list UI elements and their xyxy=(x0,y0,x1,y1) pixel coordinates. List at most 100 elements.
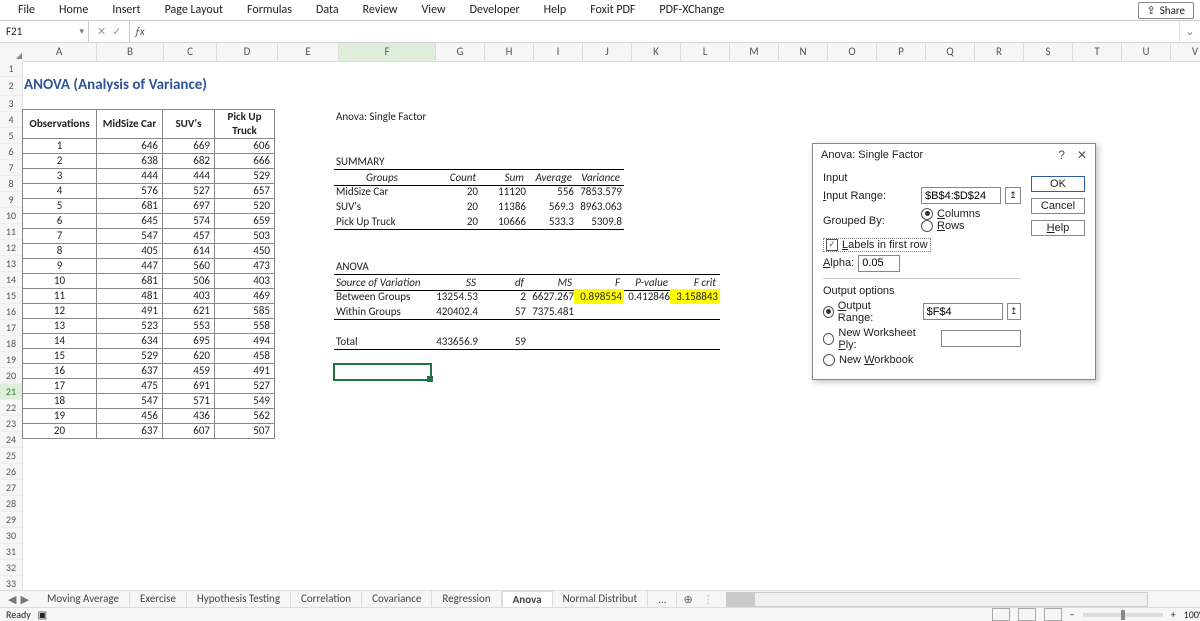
new-worksheet-field[interactable] xyxy=(941,330,1021,347)
cell[interactable]: 20 xyxy=(430,199,480,214)
cell[interactable]: Within Groups xyxy=(334,304,432,319)
column-headers[interactable]: ABCDEFGHIJKLMNOPQRSTUV xyxy=(22,43,1200,62)
row-header[interactable]: 2 xyxy=(0,77,22,96)
zoom-slider[interactable] xyxy=(1083,613,1163,617)
sheet-tab[interactable]: Exercise xyxy=(130,591,187,608)
share-button[interactable]: ⇪ Share xyxy=(1138,2,1194,19)
column-header[interactable]: C xyxy=(164,43,217,61)
expand-formula-bar-icon[interactable]: ⌄ xyxy=(1179,21,1200,42)
zoom-in-button[interactable]: + xyxy=(1171,608,1176,621)
cell[interactable]: 20 xyxy=(430,214,480,229)
cell[interactable]: SUMMARY xyxy=(334,154,432,169)
sheet-tab[interactable]: Normal Distribut xyxy=(553,591,649,608)
cell[interactable]: 11386 xyxy=(478,199,528,214)
row-header[interactable]: 19 xyxy=(0,352,22,368)
observations-table[interactable]: ObservationsMidSize CarSUV'sPick Up Truc… xyxy=(22,109,275,439)
column-header[interactable]: D xyxy=(217,43,278,61)
column-header[interactable]: M xyxy=(730,43,779,61)
row-header[interactable]: 29 xyxy=(0,512,22,528)
cell[interactable]: 0.412846 xyxy=(622,289,672,304)
cell[interactable]: Total xyxy=(334,334,432,349)
ribbon-tab-page-layout[interactable]: Page Layout xyxy=(153,0,235,20)
column-header[interactable]: K xyxy=(632,43,681,61)
sheet-tab[interactable]: Hypothesis Testing xyxy=(187,591,291,608)
row-header[interactable]: 17 xyxy=(0,320,22,336)
dialog-titlebar[interactable]: Anova: Single Factor ? ✕ xyxy=(813,144,1095,166)
cell[interactable]: 8963.063 xyxy=(574,199,624,214)
cell[interactable]: 59 xyxy=(478,334,528,349)
column-header[interactable]: F xyxy=(339,43,436,61)
row-header[interactable]: 3 xyxy=(0,96,22,112)
cell[interactable]: 20 xyxy=(430,184,480,199)
cell[interactable]: ANOVA xyxy=(334,259,432,274)
macro-record-icon[interactable]: ▣ xyxy=(38,608,47,621)
row-header[interactable]: 5 xyxy=(0,128,22,144)
ribbon-tab-pdf-xchange[interactable]: PDF-XChange xyxy=(647,0,736,20)
row-header[interactable]: 22 xyxy=(0,400,22,416)
range-picker-icon[interactable]: ↥ xyxy=(1005,187,1021,204)
row-header[interactable]: 15 xyxy=(0,288,22,304)
new-workbook-radio[interactable]: New Workbook xyxy=(823,354,913,366)
sheet-tab-more[interactable]: ... xyxy=(648,592,677,608)
column-header[interactable]: E xyxy=(278,43,339,61)
column-header[interactable]: Q xyxy=(926,43,975,61)
ribbon-tab-formulas[interactable]: Formulas xyxy=(235,0,304,20)
row-header[interactable]: 27 xyxy=(0,480,22,496)
grouped-rows-radio[interactable]: Rows xyxy=(921,220,965,232)
column-header[interactable]: L xyxy=(681,43,730,61)
cell[interactable]: 10666 xyxy=(478,214,528,229)
worksheet-grid[interactable]: ◢ ABCDEFGHIJKLMNOPQRSTUV 123456789101112… xyxy=(0,43,1200,596)
view-page-break-button[interactable] xyxy=(1044,608,1062,621)
row-header[interactable]: 7 xyxy=(0,160,22,176)
column-header[interactable]: H xyxy=(485,43,534,61)
cell[interactable]: 11120 xyxy=(478,184,528,199)
column-header[interactable]: I xyxy=(534,43,583,61)
row-header[interactable]: 10 xyxy=(0,208,22,224)
labels-first-row-checkbox[interactable]: Labels in first row xyxy=(823,238,931,252)
column-header[interactable]: O xyxy=(828,43,877,61)
column-header[interactable]: N xyxy=(779,43,828,61)
cell[interactable]: ANOVA (Analysis of Variance) xyxy=(22,76,336,94)
column-header[interactable]: V xyxy=(1171,43,1200,61)
output-range-radio[interactable]: Output Range: xyxy=(823,300,901,324)
row-header[interactable]: 32 xyxy=(0,560,22,576)
help-button[interactable]: Help xyxy=(1031,220,1085,236)
close-icon[interactable]: ✕ xyxy=(1077,148,1087,162)
cell[interactable]: 2 xyxy=(478,289,528,304)
cell[interactable]: 0.898554 xyxy=(574,289,624,304)
cell[interactable]: 7375.481 xyxy=(526,304,576,319)
alpha-field[interactable] xyxy=(858,255,900,272)
row-header[interactable]: 18 xyxy=(0,336,22,352)
row-header[interactable]: 9 xyxy=(0,192,22,208)
new-sheet-button[interactable]: ⊕ xyxy=(677,593,698,606)
formula-input[interactable] xyxy=(149,21,1179,42)
ribbon-tab-insert[interactable]: Insert xyxy=(100,0,152,20)
cell[interactable]: MidSize Car xyxy=(334,184,432,199)
ribbon-tab-foxit-pdf[interactable]: Foxit PDF xyxy=(578,0,647,20)
output-range-field[interactable] xyxy=(923,303,1003,320)
column-header[interactable]: U xyxy=(1122,43,1171,61)
help-icon[interactable]: ? xyxy=(1058,148,1065,162)
ribbon-tab-home[interactable]: Home xyxy=(47,0,100,20)
row-header[interactable]: 13 xyxy=(0,256,22,272)
view-page-layout-button[interactable] xyxy=(1018,608,1036,621)
row-header[interactable]: 25 xyxy=(0,448,22,464)
column-header[interactable]: B xyxy=(97,43,164,61)
cell[interactable]: 57 xyxy=(478,304,528,319)
cell[interactable]: Between Groups xyxy=(334,289,432,304)
column-header[interactable]: J xyxy=(583,43,632,61)
cell[interactable]: 556 xyxy=(526,184,576,199)
cell[interactable]: 3.158843 xyxy=(670,289,720,304)
row-header[interactable]: 4 xyxy=(0,112,22,128)
row-header[interactable]: 24 xyxy=(0,432,22,448)
row-header[interactable]: 8 xyxy=(0,176,22,192)
cell[interactable]: 7853.579 xyxy=(574,184,624,199)
row-header[interactable]: 20 xyxy=(0,368,22,384)
row-header[interactable]: 30 xyxy=(0,528,22,544)
row-header[interactable]: 12 xyxy=(0,240,22,256)
fx-icon[interactable]: ƒx xyxy=(130,21,148,42)
row-header[interactable]: 16 xyxy=(0,304,22,320)
input-range-field[interactable] xyxy=(921,187,1001,204)
column-header[interactable]: T xyxy=(1073,43,1122,61)
cancel-button[interactable]: Cancel xyxy=(1031,198,1085,214)
